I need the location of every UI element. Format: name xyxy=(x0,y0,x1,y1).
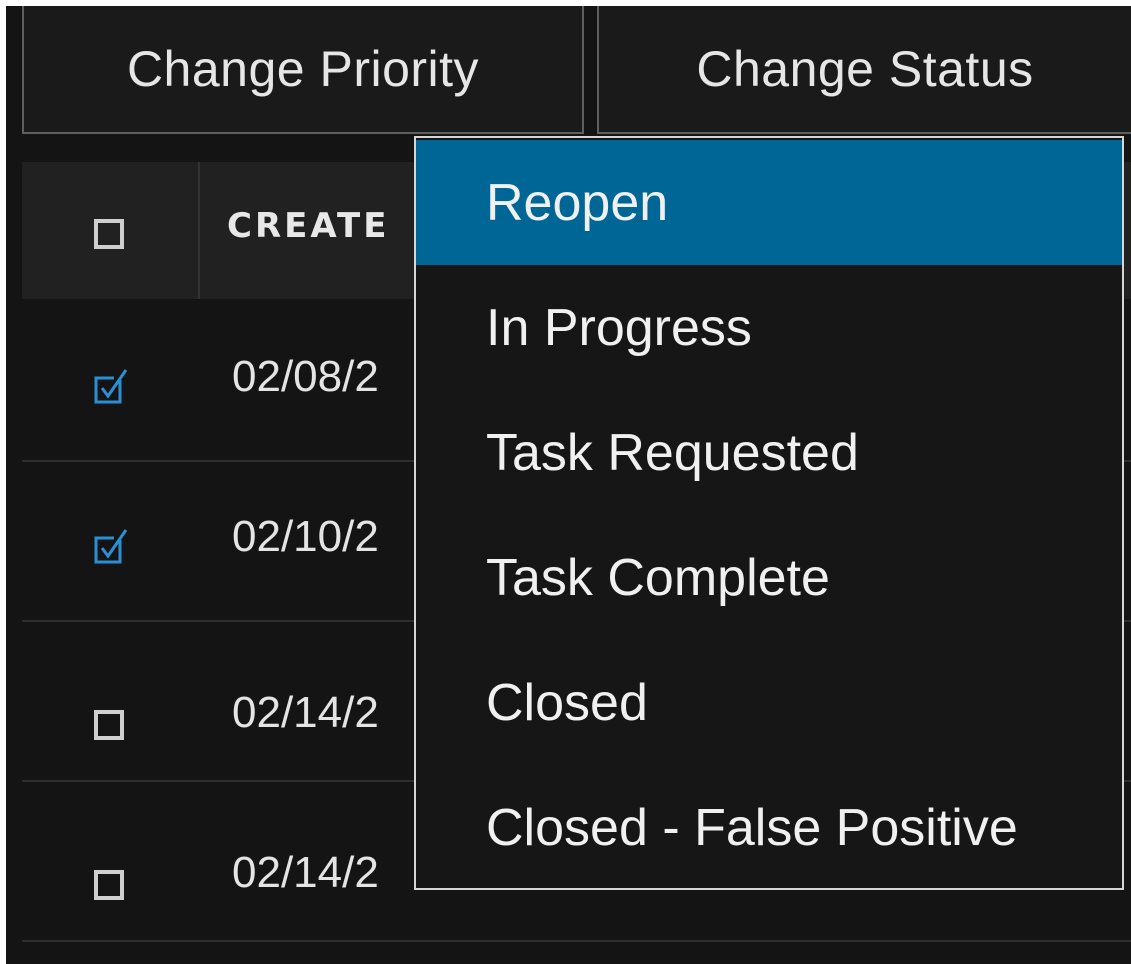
created-date-cell: 02/08/2 xyxy=(232,352,379,401)
status-option-closed-false-positive[interactable]: Closed - False Positive xyxy=(416,765,1122,888)
created-date-cell: 02/14/2 xyxy=(232,688,379,737)
created-column-header[interactable]: CREATE xyxy=(227,206,389,246)
incident-list-panel: Change Priority Change Status CREATE 02/… xyxy=(6,6,1131,964)
change-status-menu: Reopen In Progress Task Requested Task Comp… xyxy=(414,136,1124,890)
row-checkbox-checked[interactable] xyxy=(94,369,128,404)
status-option-task-complete[interactable]: Task Complete xyxy=(416,515,1122,640)
status-option-in-progress[interactable]: In Progress xyxy=(416,265,1122,390)
column-divider xyxy=(198,162,200,299)
created-date-cell: 02/14/2 xyxy=(232,848,379,897)
status-option-closed[interactable]: Closed xyxy=(416,640,1122,765)
status-option-reopen[interactable]: Reopen xyxy=(416,140,1122,265)
row-checkbox[interactable] xyxy=(94,710,124,740)
row-checkbox-checked[interactable] xyxy=(94,529,128,564)
row-checkbox[interactable] xyxy=(94,870,124,900)
change-priority-button[interactable]: Change Priority xyxy=(22,6,584,134)
created-date-cell: 02/10/2 xyxy=(232,512,379,561)
checkbox-checked-icon xyxy=(94,369,128,404)
select-all-checkbox[interactable] xyxy=(94,219,124,249)
change-status-button[interactable]: Change Status xyxy=(597,6,1131,134)
checkbox-checked-icon xyxy=(94,529,128,564)
row-separator xyxy=(22,940,1131,942)
status-option-task-requested[interactable]: Task Requested xyxy=(416,390,1122,515)
